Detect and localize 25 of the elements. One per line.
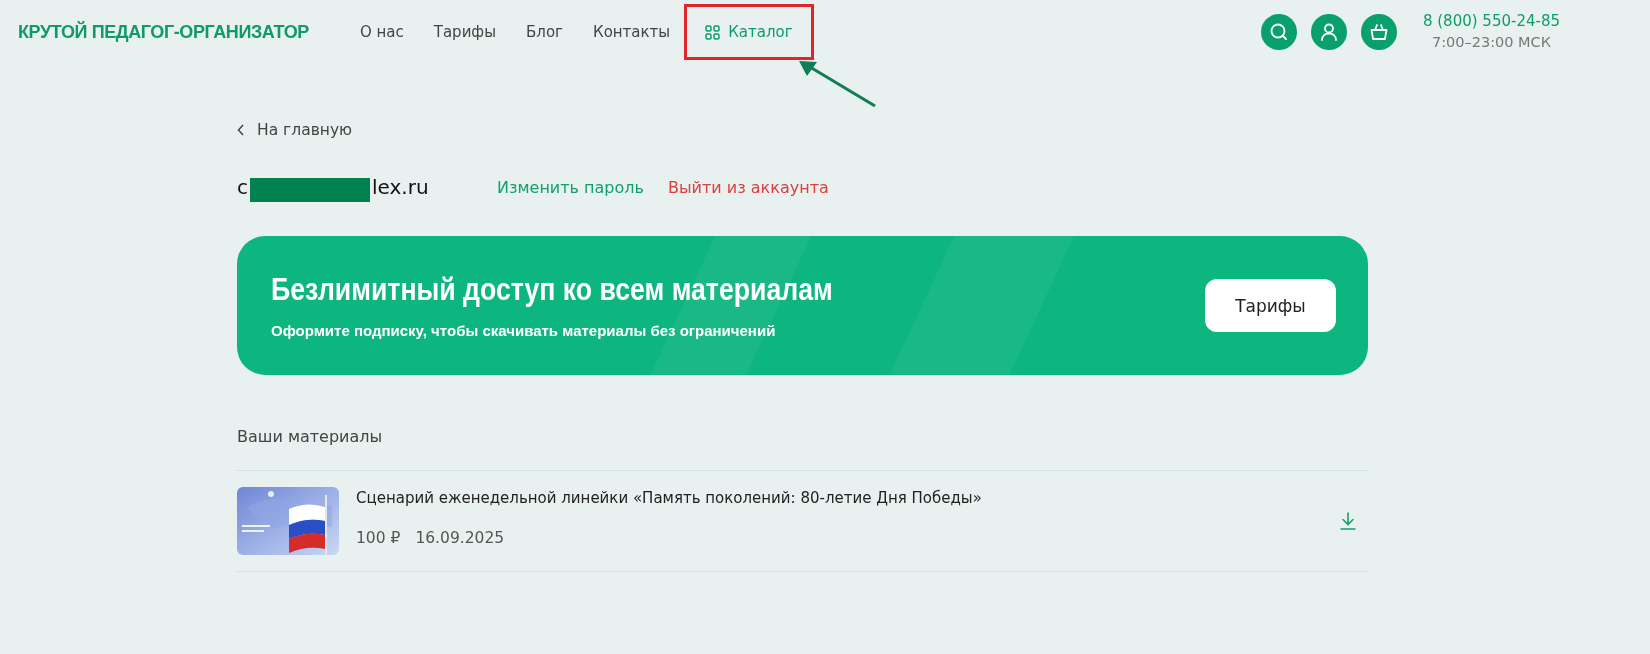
cart-button[interactable] [1360,14,1397,50]
grid-icon [705,24,721,40]
banner-subtitle: Оформите подписку, чтобы скачивать материалы без ограничений [271,322,777,339]
banner-title: Безлимитный доступ ко всем материалам [271,272,833,308]
user-icon [1318,22,1339,42]
email-text: c [237,175,248,199]
search-button[interactable] [1260,14,1297,50]
account-button[interactable] [1310,14,1347,50]
nav-link[interactable]: Блог [511,14,578,50]
working-hours: 7:00–23:00 МСК [1431,33,1552,52]
material-date: 16.09.2025 [415,529,505,547]
chevron-left-icon [237,124,245,136]
material-price: 100 ₽ [356,529,401,547]
search-icon [1268,22,1289,42]
nav-link[interactable]: Контакты [578,14,686,50]
back-link[interactable]: На главную [237,121,353,139]
nav-link[interactable]: О нас [344,14,419,50]
tariffs-button[interactable]: Тарифы [1205,279,1336,332]
material-title[interactable]: Сценарий еженедельной линейки «Память поколений: 80-летие Дня Победы» [356,489,1338,507]
logout-link[interactable]: Выйти из аккаунта [667,177,829,197]
basket-icon [1368,22,1389,42]
section-heading: Ваши материалы [237,427,384,446]
nav-link[interactable]: Тарифы [418,14,512,50]
email-text: lex.ru [372,175,429,199]
download-icon [1338,511,1358,531]
